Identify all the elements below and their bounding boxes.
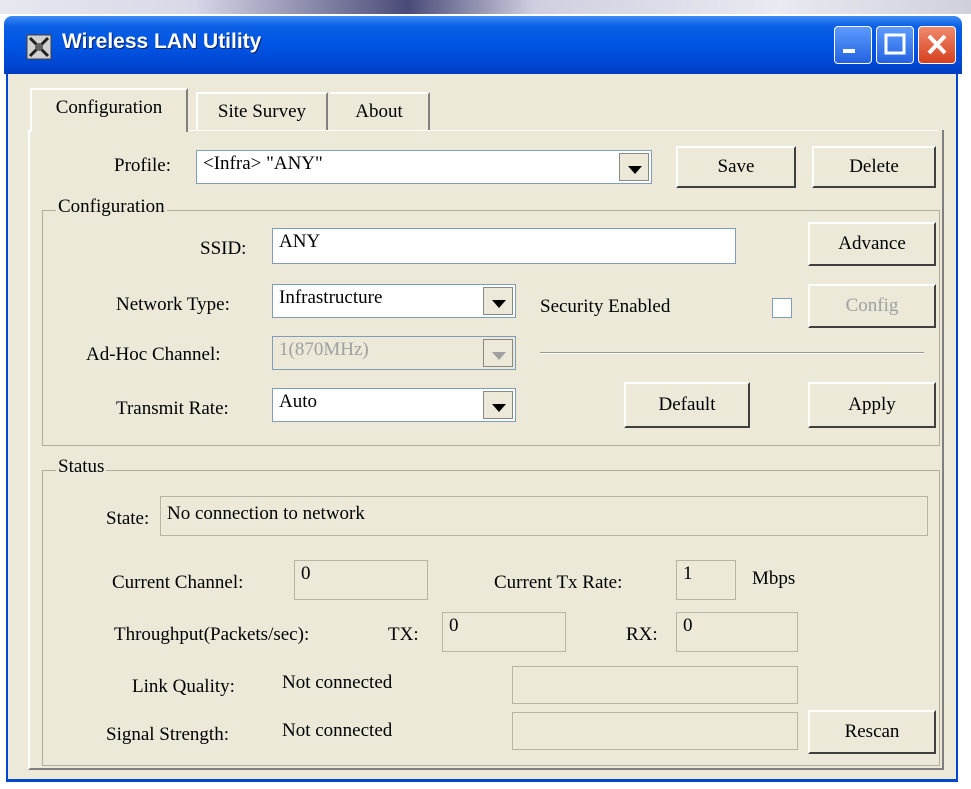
transmit-rate-label: Transmit Rate: [116, 398, 229, 419]
network-type-label: Network Type: [116, 294, 230, 315]
save-button[interactable]: Save [676, 146, 796, 188]
status-group-title: Status [56, 456, 107, 478]
close-button[interactable] [918, 26, 956, 64]
link-quality-label: Link Quality: [132, 676, 235, 697]
profile-value: <Infra> "ANY" [203, 153, 323, 174]
adhoc-channel-dropdown[interactable]: 1(870MHz) [272, 336, 516, 370]
profile-dropdown[interactable]: <Infra> "ANY" [196, 150, 652, 184]
maximize-icon [884, 33, 906, 55]
signal-strength-value: Not connected [282, 720, 393, 741]
link-quality-value: Not connected [282, 672, 393, 693]
advance-button[interactable]: Advance [808, 222, 936, 266]
app-icon [26, 34, 52, 60]
profile-label: Profile: [114, 155, 171, 176]
current-tx-rate-field: 1 [676, 560, 736, 600]
desktop-background [0, 0, 971, 14]
minimize-button[interactable] [834, 26, 872, 64]
rx-label: RX: [626, 624, 658, 645]
maximize-button[interactable] [876, 26, 914, 64]
chevron-down-icon [483, 339, 513, 367]
network-type-dropdown[interactable]: Infrastructure [272, 284, 516, 318]
chevron-down-icon [619, 153, 649, 181]
apply-button[interactable]: Apply [808, 382, 936, 428]
config-button[interactable]: Config [808, 284, 936, 328]
link-quality-bar [512, 666, 798, 704]
chevron-down-icon [483, 287, 513, 315]
window-title: Wireless LAN Utility [62, 30, 262, 53]
signal-strength-label: Signal Strength: [106, 724, 229, 745]
default-button[interactable]: Default [624, 382, 750, 428]
tab-site-survey[interactable]: Site Survey [196, 92, 328, 130]
rescan-button[interactable]: Rescan [808, 710, 936, 754]
current-channel-label: Current Channel: [112, 572, 244, 593]
security-enabled-label: Security Enabled [540, 296, 671, 317]
current-channel-field: 0 [294, 560, 428, 600]
current-tx-rate-label: Current Tx Rate: [494, 572, 623, 593]
state-label: State: [106, 508, 150, 529]
tx-field: 0 [442, 612, 566, 652]
tab-about[interactable]: About [330, 92, 430, 130]
tab-configuration[interactable]: Configuration [30, 88, 188, 132]
tx-rate-unit: Mbps [752, 568, 796, 589]
delete-button[interactable]: Delete [812, 146, 936, 188]
minimize-icon [843, 49, 855, 53]
signal-strength-bar [512, 712, 798, 750]
chevron-down-icon [483, 391, 513, 419]
divider [540, 352, 924, 354]
security-enabled-checkbox[interactable] [772, 298, 792, 318]
ssid-input[interactable]: ANY [272, 228, 736, 264]
adhoc-channel-label: Ad-Hoc Channel: [86, 344, 221, 365]
close-icon [927, 34, 947, 55]
tx-label: TX: [388, 624, 419, 645]
transmit-rate-dropdown[interactable]: Auto [272, 388, 516, 422]
ssid-label: SSID: [200, 238, 247, 259]
throughput-label: Throughput(Packets/sec): [114, 624, 310, 645]
rx-field: 0 [676, 612, 798, 652]
state-field: No connection to network [160, 496, 928, 536]
configuration-group-title: Configuration [56, 196, 167, 218]
